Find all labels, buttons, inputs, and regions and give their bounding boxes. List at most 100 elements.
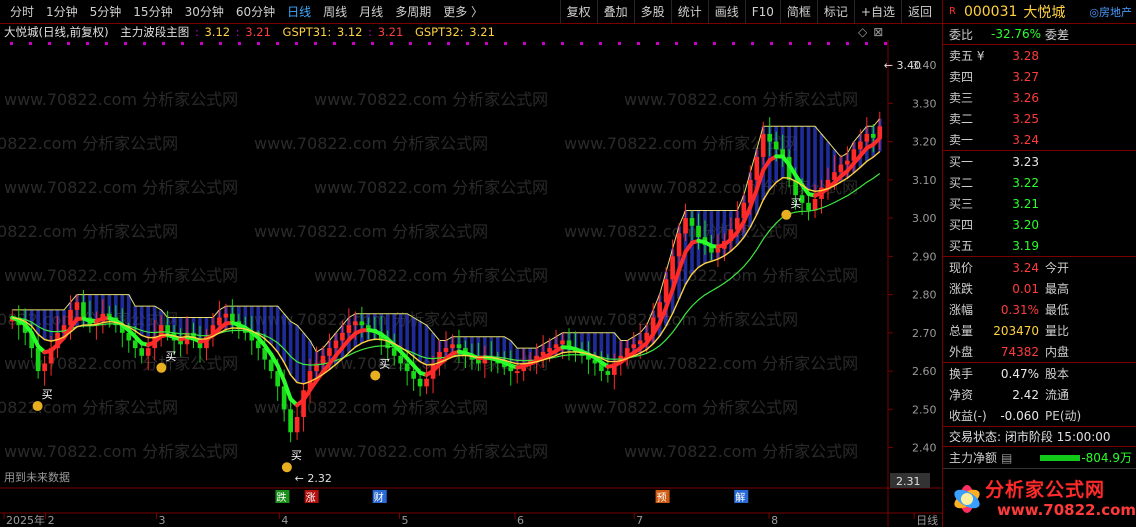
event-marker-label-1: 涨: [306, 492, 316, 504]
marker-dot: [48, 42, 51, 45]
candle-body: [230, 313, 235, 322]
period-tab-7[interactable]: 周线: [317, 0, 353, 24]
buy-coin-icon: [156, 362, 167, 373]
stat2-1: 净资 2.42 流通: [943, 384, 1136, 405]
candle-body: [670, 256, 675, 280]
indicator-legend: 大悦城(日线,前复权) 主力波段主图 : 3.12 : 3.21 GSPT31:…: [4, 25, 495, 39]
stat-0-label: 现价: [949, 261, 974, 275]
marker-dot: [200, 42, 203, 45]
close-icon[interactable]: ⊠: [873, 25, 883, 39]
ask-level-3: 卖二 3.25: [943, 108, 1136, 129]
legend-stock-name[interactable]: 大悦城(日线,前复权): [4, 25, 109, 39]
buy-signal-label-3: 买: [379, 357, 390, 370]
period-tab-4[interactable]: 30分钟: [179, 0, 230, 24]
candle-body: [132, 340, 138, 349]
candle-body: [514, 371, 520, 374]
tool-button-8[interactable]: +自选: [853, 0, 901, 24]
watermark-text: www.70822.com 分析家公式网: [564, 398, 798, 417]
period-tab-5[interactable]: 60分钟: [230, 0, 281, 24]
watermark-text: www.70822.com 分析家公式网: [4, 90, 238, 109]
candle-body: [456, 344, 462, 349]
legend-value-2: 3.21: [245, 25, 271, 39]
stat-0-value: 3.24: [1012, 260, 1039, 275]
bid-level-0-value: 3.23: [1012, 154, 1039, 169]
stat2-2-label: 收益(-): [949, 409, 987, 423]
bid-level-1-label: 买二: [949, 176, 974, 190]
candle-body: [424, 378, 429, 387]
marker-dot: [561, 42, 564, 45]
weicha-label: 委差: [1045, 27, 1070, 42]
kline-chart[interactable]: www.70822.com 分析家公式网 www.70822.com 分析家公式网…: [0, 40, 942, 527]
candle-body: [760, 133, 766, 157]
stat2-0: 换手 0.47% 股本: [943, 363, 1136, 384]
event-marker-label-3: 预: [657, 492, 667, 504]
watermark-text: www.70822.com 分析家公式网: [0, 134, 178, 153]
fundamental-stats: 换手 0.47% 股本 净资 2.42 流通 收益(-) -0.060 PE(动): [943, 363, 1136, 427]
period-tab-10[interactable]: 更多 〉: [437, 0, 489, 24]
stat-2-value: 0.31%: [1000, 302, 1039, 317]
period-tab-8[interactable]: 月线: [353, 0, 389, 24]
period-tab-3[interactable]: 15分钟: [127, 0, 178, 24]
candle-body: [139, 348, 145, 356]
chart-window-controls: ◇ ⊠: [858, 25, 883, 39]
stat-4-value: 74382: [1000, 344, 1039, 359]
chart-toolbar: 分时 1分钟 5分钟 15分钟 30分钟 60分钟 日线 周线 月线 多周期 更多 〉 复权 叠加 多股…: [0, 0, 942, 24]
candle-body: [443, 348, 449, 352]
list-icon[interactable]: ▤: [1001, 451, 1012, 465]
bid-level-3-label: 买四: [949, 218, 974, 232]
marker-dot: [181, 42, 184, 45]
candle-body: [715, 248, 721, 253]
candle-body: [631, 344, 637, 349]
candle-body: [767, 133, 773, 142]
tool-button-0[interactable]: 复权: [559, 0, 597, 24]
marker-dot: [276, 42, 279, 45]
tool-button-4[interactable]: 画线: [707, 0, 745, 24]
sector-link[interactable]: ◎房地产: [1089, 4, 1136, 20]
candle-body: [858, 141, 863, 150]
site-logo: 分析家公式网 www.70822.com: [943, 469, 1136, 527]
ask-level-3-label: 卖二: [949, 112, 974, 126]
candle-body: [42, 363, 47, 372]
legend-indicator-name[interactable]: 主力波段主图: [120, 25, 189, 39]
tool-button-5[interactable]: F10: [744, 0, 780, 24]
weibi-label: 委比: [949, 27, 974, 42]
ask-level-2-label: 卖三: [949, 91, 974, 105]
x-tick-label-2: 3: [158, 514, 165, 527]
ask-level-2: 卖三 3.26: [943, 87, 1136, 108]
period-tab-2[interactable]: 5分钟: [84, 0, 128, 24]
period-tab-9[interactable]: 多周期: [389, 0, 437, 24]
tool-button-2[interactable]: 多股: [633, 0, 671, 24]
tool-button-1[interactable]: 叠加: [596, 0, 634, 24]
tool-button-3[interactable]: 统计: [670, 0, 708, 24]
period-tab-6[interactable]: 日线: [281, 0, 317, 24]
main-flow-bar: [1040, 454, 1081, 461]
kline-svg[interactable]: www.70822.com 分析家公式网 www.70822.com 分析家公式网…: [0, 40, 942, 527]
x-tick-label-4: 5: [401, 514, 408, 527]
period-tabs: 分时 1分钟 5分钟 15分钟 30分钟 60分钟 日线 周线 月线 多周期 更多 〉: [0, 0, 489, 24]
event-marker-label-2: 财: [374, 491, 384, 504]
watermark-text: www.70822.com 分析家公式网: [4, 178, 238, 197]
watermark-text: www.70822.com 分析家公式网: [314, 178, 548, 197]
diamond-icon[interactable]: ◇: [858, 25, 867, 39]
ask-level-0: 卖五 ¥ 3.28: [943, 45, 1136, 66]
weibi-value: -32.76%: [991, 27, 1042, 41]
buy-signal-label-1: 买: [165, 350, 176, 363]
bid-levels: 买一 3.23 买二 3.22 买三 3.21 买四 3.20 买五 3.19: [943, 151, 1136, 257]
y-tick-label-9: 2.50: [912, 403, 937, 416]
candle-body: [404, 363, 410, 372]
marker-dot: [732, 42, 735, 45]
bid-level-3-value: 3.20: [1012, 217, 1039, 232]
marker-dot: [428, 42, 431, 45]
candle-body: [223, 313, 229, 318]
y-tick-label-4: 3.00: [912, 212, 937, 225]
watermark-text: www.70822.com 分析家公式网: [4, 266, 238, 285]
tool-button-7[interactable]: 标记: [816, 0, 854, 24]
tool-button-9[interactable]: 返回: [900, 0, 938, 24]
period-tab-1[interactable]: 1分钟: [40, 0, 84, 24]
marker-dot: [29, 42, 32, 45]
candle-body: [268, 359, 274, 372]
y-tick-label-7: 2.70: [912, 327, 937, 340]
ask-level-0-value: 3.28: [1012, 48, 1039, 63]
tool-button-6[interactable]: 简框: [779, 0, 817, 24]
period-tab-0[interactable]: 分时: [4, 0, 40, 24]
